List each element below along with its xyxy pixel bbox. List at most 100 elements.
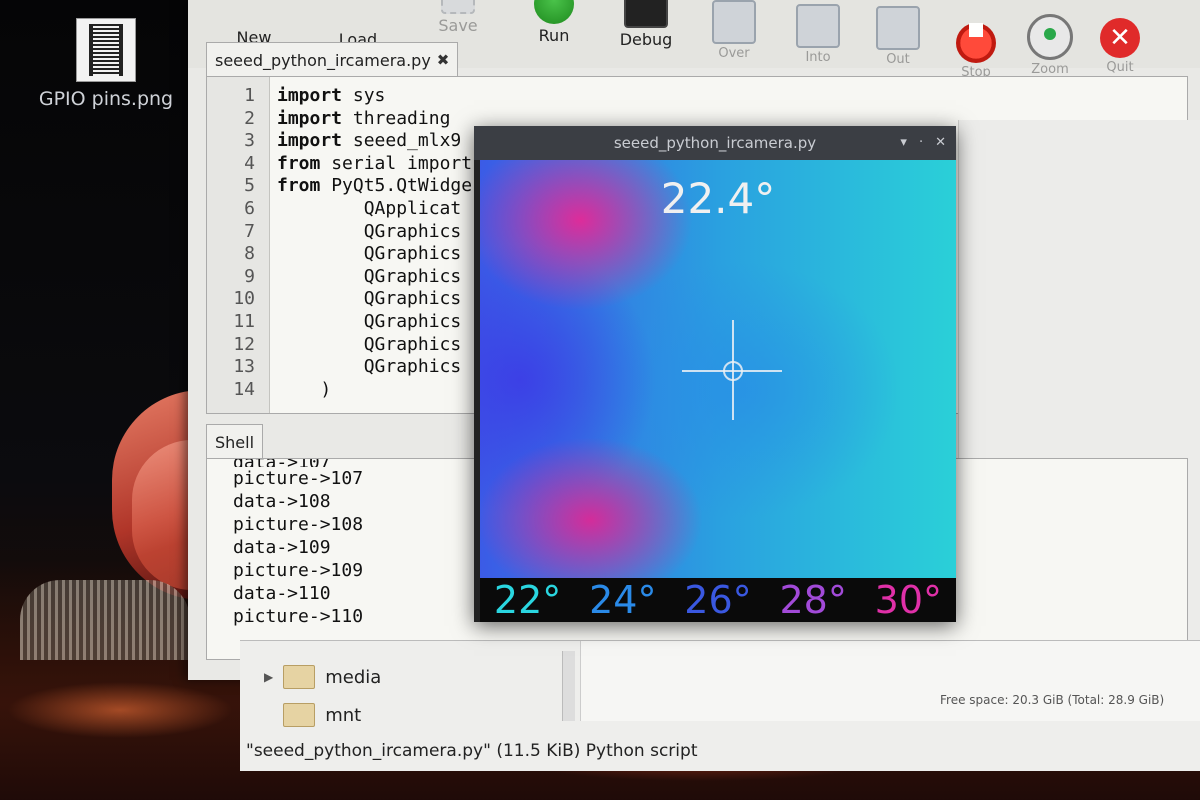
line-number: 12: [233, 333, 255, 355]
desktop-icon-label: GPIO pins.png: [38, 88, 174, 110]
line-number-gutter: 1 2 3 4 5 6 7 8 9 10 11 12 13 14: [207, 77, 270, 413]
folder-row-media[interactable]: ▶ media: [264, 665, 381, 689]
line-number: 5: [244, 175, 255, 197]
line-number: 8: [244, 243, 255, 265]
code-text: seeed_mlx9: [342, 130, 462, 152]
close-tab-icon[interactable]: ✖: [437, 51, 450, 69]
debug-button[interactable]: Debug: [606, 0, 686, 49]
status-bar-text: "seeed_python_ircamera.py" (11.5 KiB) Py…: [246, 741, 698, 761]
new-button[interactable]: New: [214, 0, 294, 47]
shell-tab[interactable]: Shell: [206, 424, 264, 459]
file-manager-window: ▶ media ▶ mnt Free space: 20.3 GiB (Tota…: [240, 640, 1200, 771]
wallpaper-building: [20, 580, 190, 660]
save-button[interactable]: Save: [418, 0, 498, 35]
folder-icon: [283, 665, 316, 689]
code-text: QGraphics: [277, 265, 462, 287]
scale-label: 26°: [684, 578, 752, 622]
code-text: QGraphics: [277, 220, 462, 242]
code-line: import sys: [277, 85, 1177, 108]
folder-label: media: [325, 666, 382, 688]
quit-icon: ✕: [1100, 18, 1140, 58]
quit-button[interactable]: ✕ Quit: [1080, 18, 1160, 75]
step-into-button[interactable]: Into: [778, 4, 858, 65]
line-number: 14: [233, 378, 255, 400]
code-text: QGraphics: [277, 356, 462, 378]
code-text: QGraphics: [277, 333, 462, 355]
image-file-icon: [76, 18, 136, 82]
close-icon[interactable]: ✕: [935, 135, 946, 150]
desktop-icon-gpio-pins[interactable]: GPIO pins.png: [36, 14, 176, 110]
step-over-button[interactable]: Over: [694, 0, 774, 61]
step-over-icon: [712, 0, 756, 44]
step-over-label: Over: [718, 46, 750, 61]
line-number: 13: [233, 356, 255, 378]
folder-row-mnt[interactable]: ▶ mnt: [264, 703, 361, 727]
debug-icon: [624, 0, 668, 28]
step-out-button[interactable]: Out: [858, 6, 938, 67]
free-space-text: Free space: 20.3 GiB (Total: 28.9 GiB): [940, 693, 1165, 707]
debug-label: Debug: [619, 30, 673, 49]
code-text: serial import: [320, 152, 473, 174]
line-number: 3: [244, 130, 255, 152]
temperature-readout: 22.4°: [660, 174, 776, 223]
maximize-icon[interactable]: ·: [919, 135, 923, 150]
window-title: seeed_python_ircamera.py: [613, 134, 817, 152]
window-controls: ▾ · ✕: [900, 135, 946, 150]
folder-tree-scrollbar[interactable]: [562, 651, 575, 721]
line-number: 6: [244, 197, 255, 219]
step-into-label: Into: [805, 50, 831, 65]
thermal-image[interactable]: 22.4°: [480, 160, 956, 578]
code-text: QGraphics: [277, 243, 462, 265]
scale-label: 30°: [874, 578, 943, 622]
line-number: 11: [233, 310, 255, 332]
ir-camera-window: seeed_python_ircamera.py ▾ · ✕ 22.4° 22°…: [474, 126, 956, 622]
stop-button[interactable]: Stop: [936, 10, 1016, 80]
line-number: 10: [233, 288, 255, 310]
line-number: 1: [244, 85, 255, 106]
run-icon: [534, 0, 574, 24]
editor-tab[interactable]: seeed_python_ircamera.py ✖: [206, 42, 459, 77]
crosshair-icon: [723, 361, 743, 381]
load-icon: [338, 0, 378, 28]
code-keyword: import: [277, 85, 343, 106]
code-text: QGraphics: [277, 310, 462, 332]
quit-label: Quit: [1106, 60, 1134, 75]
code-keyword: from: [277, 175, 321, 197]
scale-label: 24°: [589, 578, 657, 622]
step-out-label: Out: [886, 52, 910, 67]
file-list-pane[interactable]: [580, 641, 1200, 721]
save-icon: [441, 0, 475, 14]
scale-label: 22°: [493, 578, 562, 622]
line-number: 7: [244, 220, 255, 242]
code-text: PyQt5.QtWidge: [320, 175, 473, 197]
code-keyword: from: [277, 152, 321, 174]
folder-label: mnt: [325, 704, 362, 726]
code-text: QGraphics: [277, 288, 462, 310]
code-keyword: import: [277, 107, 343, 129]
expand-arrow-icon[interactable]: ▶: [264, 670, 273, 684]
code-text: threading: [342, 107, 451, 129]
line-number: 9: [244, 265, 255, 287]
shell-tab-label: Shell: [215, 432, 255, 452]
editor-tab-label: seeed_python_ircamera.py: [215, 50, 431, 70]
save-label: Save: [438, 16, 478, 35]
zoom-button[interactable]: Zoom: [1010, 14, 1090, 77]
step-into-icon: [796, 4, 840, 48]
run-button[interactable]: Run: [514, 0, 594, 45]
code-text: sys: [342, 85, 386, 106]
line-number: 4: [244, 152, 255, 174]
scale-label: 28°: [779, 578, 847, 622]
code-keyword: import: [277, 130, 343, 152]
folder-icon: [283, 703, 316, 727]
zoom-label: Zoom: [1031, 62, 1069, 77]
zoom-icon: [1027, 14, 1073, 60]
minimize-icon[interactable]: ▾: [900, 135, 907, 150]
run-label: Run: [538, 26, 570, 45]
step-out-icon: [876, 6, 920, 50]
ir-camera-titlebar[interactable]: seeed_python_ircamera.py: [474, 126, 956, 160]
new-icon: [234, 0, 274, 26]
line-number: 2: [244, 107, 255, 129]
code-text: ): [277, 378, 332, 400]
code-text: QApplicat: [277, 197, 462, 219]
temperature-color-scale: 22° 24° 26° 28° 30°: [480, 578, 956, 622]
